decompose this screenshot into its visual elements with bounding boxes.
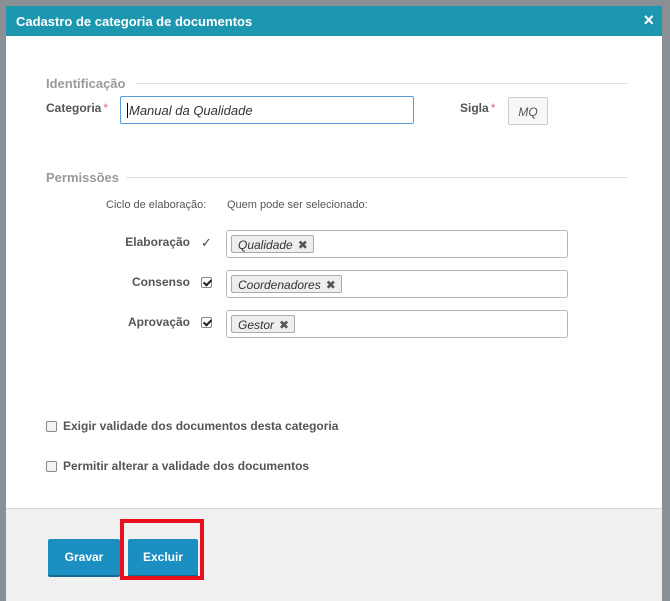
- permitir-alterar-label[interactable]: Permitir alterar a validade dos document…: [63, 459, 309, 473]
- sigla-label: Sigla *: [460, 101, 496, 115]
- tag-qualidade: Qualidade ✖: [231, 235, 314, 253]
- permitir-alterar-checkbox[interactable]: [46, 461, 57, 472]
- close-icon[interactable]: ×: [643, 11, 654, 29]
- exigir-validade-label[interactable]: Exigir validade dos documentos desta cat…: [63, 419, 338, 433]
- section-divider: [136, 83, 628, 84]
- text-cursor: [127, 103, 128, 118]
- aprovacao-checkbox[interactable]: [201, 317, 212, 328]
- required-marker: *: [490, 101, 496, 115]
- tag-gestor: Gestor ✖: [231, 315, 296, 333]
- dialog-footer: Gravar Excluir: [6, 508, 662, 601]
- gravar-button[interactable]: Gravar: [48, 539, 120, 575]
- aprovacao-select[interactable]: Gestor ✖: [226, 310, 568, 338]
- consenso-checkbox[interactable]: [201, 277, 212, 288]
- section-divider: [126, 177, 628, 178]
- remove-tag-icon[interactable]: ✖: [298, 238, 308, 252]
- elaboracao-select[interactable]: Qualidade ✖: [226, 230, 568, 258]
- who-header: Quem pode ser selecionado:: [227, 199, 368, 211]
- cycle-header: Ciclo de elaboração:: [106, 199, 207, 211]
- remove-tag-icon[interactable]: ✖: [279, 318, 289, 332]
- check-mark-icon: ✓: [201, 235, 212, 250]
- category-dialog: Cadastro de categoria de documentos × Id…: [6, 6, 662, 601]
- exigir-validade-checkbox[interactable]: [46, 421, 57, 432]
- highlight-annotation: [120, 519, 204, 580]
- categoria-input[interactable]: Manual da Qualidade: [120, 96, 414, 124]
- tag-coordenadores: Coordenadores ✖: [231, 275, 342, 293]
- categoria-label: Categoria *: [46, 101, 109, 115]
- perm-label-consenso: Consenso: [131, 275, 190, 289]
- required-marker: *: [103, 101, 109, 115]
- sigla-input[interactable]: MQ: [508, 97, 548, 125]
- perm-label-aprovacao: Aprovação: [127, 315, 190, 329]
- perm-label-elaboracao: Elaboração: [125, 235, 190, 249]
- dialog-titlebar: Cadastro de categoria de documentos ×: [6, 6, 662, 36]
- remove-tag-icon[interactable]: ✖: [326, 278, 336, 292]
- dialog-title: Cadastro de categoria de documentos: [16, 14, 253, 29]
- consenso-select[interactable]: Coordenadores ✖: [226, 270, 568, 298]
- section-identificacao-title: Identificação: [46, 76, 126, 91]
- section-permissoes-title: Permissões: [46, 170, 119, 185]
